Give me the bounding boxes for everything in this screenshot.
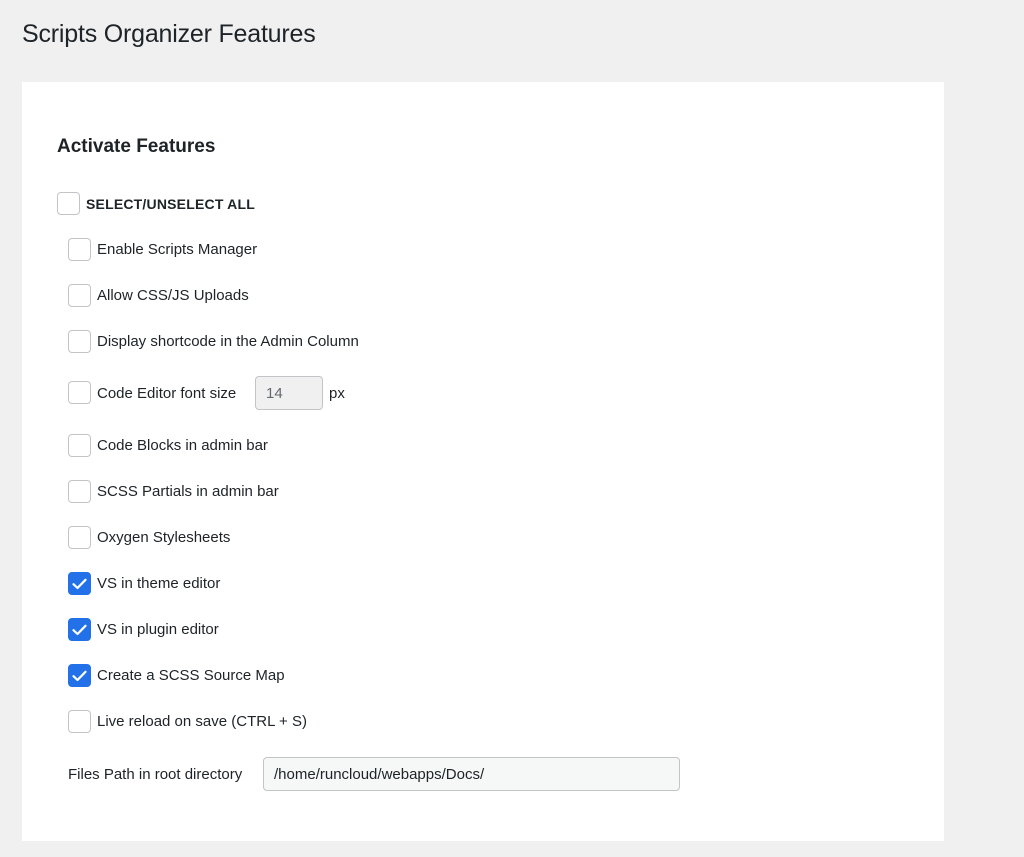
checkbox-enable-scripts-manager[interactable]: [68, 238, 91, 261]
label-vs-plugin-editor: VS in plugin editor: [97, 621, 219, 638]
label-display-shortcode: Display shortcode in the Admin Column: [97, 333, 359, 350]
section-title: Activate Features: [57, 136, 216, 157]
checkmark-icon: [72, 578, 87, 589]
files-path-label: Files Path in root directory: [68, 766, 243, 783]
label-scss-partials-admin-bar: SCSS Partials in admin bar: [97, 483, 279, 500]
label-enable-scripts-manager: Enable Scripts Manager: [97, 241, 258, 258]
label-scss-source-map: Create a SCSS Source Map: [97, 667, 285, 684]
features-card: Activate Features SELECT/UNSELECT ALL En…: [22, 82, 944, 841]
checkbox-scss-source-map[interactable]: [68, 664, 91, 687]
checkbox-vs-plugin-editor[interactable]: [68, 618, 91, 641]
label-code-editor-font-size: Code Editor font size: [97, 385, 237, 402]
checkbox-scss-partials-admin-bar[interactable]: [68, 480, 91, 503]
label-oxygen-stylesheets: Oxygen Stylesheets: [97, 529, 231, 546]
font-size-input[interactable]: [255, 376, 323, 410]
checkmark-icon: [72, 670, 87, 681]
label-allow-css-js-uploads: Allow CSS/JS Uploads: [97, 287, 249, 304]
checkbox-code-editor-font-size[interactable]: [68, 381, 91, 404]
checkbox-oxygen-stylesheets[interactable]: [68, 526, 91, 549]
checkmark-icon: [72, 624, 87, 635]
checkbox-vs-theme-editor[interactable]: [68, 572, 91, 595]
checkbox-allow-css-js-uploads[interactable]: [68, 284, 91, 307]
checkbox-live-reload[interactable]: [68, 710, 91, 733]
checkbox-display-shortcode[interactable]: [68, 330, 91, 353]
checkbox-code-blocks-admin-bar[interactable]: [68, 434, 91, 457]
files-path-input[interactable]: [263, 757, 680, 791]
label-vs-theme-editor: VS in theme editor: [97, 575, 221, 592]
label-live-reload: Live reload on save (CTRL + S): [97, 713, 307, 730]
font-size-unit: px: [329, 385, 345, 402]
select-all-label: SELECT/UNSELECT ALL: [86, 196, 255, 212]
page-title: Scripts Organizer Features: [22, 20, 316, 48]
select-all-checkbox[interactable]: [57, 192, 80, 215]
label-code-blocks-admin-bar: Code Blocks in admin bar: [97, 437, 268, 454]
